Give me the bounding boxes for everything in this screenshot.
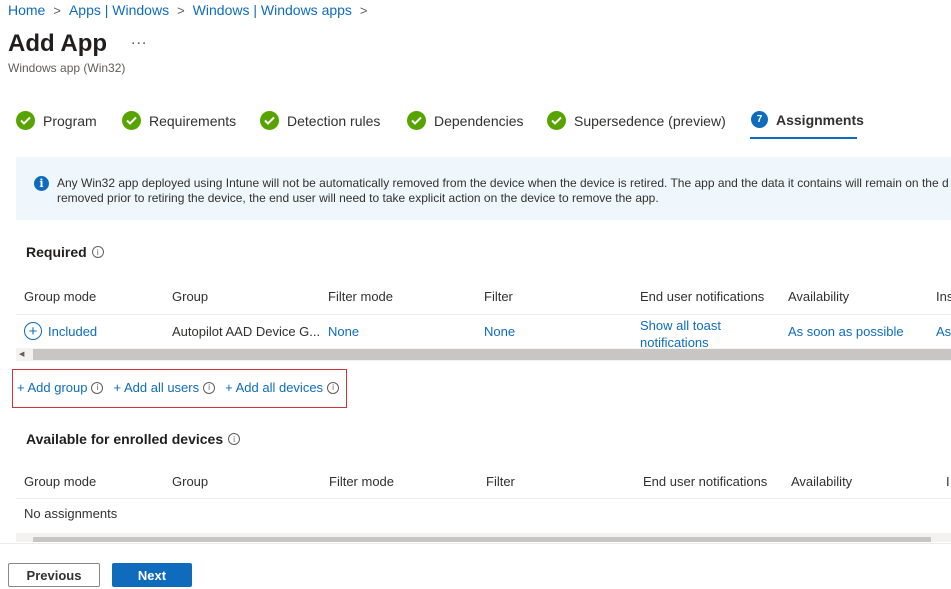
group-name-cell: Autopilot AAD Device G...: [172, 324, 321, 339]
info-tooltip-icon[interactable]: i: [327, 381, 340, 394]
breadcrumb-home[interactable]: Home: [8, 2, 45, 18]
info-tooltip-icon[interactable]: i: [91, 381, 104, 394]
step-label: Supersedence (preview): [574, 112, 726, 129]
add-group-link[interactable]: + Add group: [17, 380, 87, 395]
page-title: Add App: [8, 30, 108, 57]
col-group: Group: [172, 289, 209, 304]
add-all-users-link[interactable]: + Add all users: [113, 380, 199, 395]
check-icon: [16, 111, 35, 130]
page-subtitle: Windows app (Win32): [8, 61, 126, 75]
col-installation-deadline: Ins: [936, 289, 951, 304]
empty-state-text: No assignments: [24, 506, 118, 521]
active-step-indicator: [750, 137, 857, 139]
required-title-text: Required: [26, 244, 87, 260]
banner-line-1: Any Win32 app deployed using Intune will…: [57, 176, 949, 190]
check-icon: [547, 111, 566, 130]
step-program[interactable]: Program: [16, 111, 97, 130]
breadcrumb: Home > Apps | Windows > Windows | Window…: [8, 2, 368, 18]
add-all-devices-link[interactable]: + Add all devices: [225, 380, 323, 395]
step-supersedence[interactable]: Supersedence (preview): [547, 111, 726, 130]
step-assignments[interactable]: 7 Assignments: [751, 111, 864, 128]
required-section-title: Required i: [26, 244, 104, 260]
group-mode-included-link[interactable]: Included: [48, 324, 97, 339]
step-label: Dependencies: [434, 112, 524, 129]
col-installation-deadline: I: [946, 474, 950, 489]
step-requirements[interactable]: Requirements: [122, 111, 236, 130]
availability-link[interactable]: As soon as possible: [788, 324, 904, 339]
installation-deadline-link[interactable]: As: [936, 324, 951, 339]
table-row: + Included: [24, 322, 97, 340]
filter-mode-link[interactable]: None: [328, 324, 359, 339]
table-header-divider: [16, 314, 951, 315]
plus-circle-icon: +: [24, 322, 42, 340]
add-assignment-links: + Add group i + Add all users i + Add al…: [17, 380, 345, 395]
available-title-text: Available for enrolled devices: [26, 431, 224, 447]
info-icon: i: [34, 176, 49, 191]
breadcrumb-apps-windows[interactable]: Apps | Windows: [69, 2, 169, 18]
col-availability: Availability: [791, 474, 853, 489]
breadcrumb-separator: >: [177, 2, 185, 18]
check-icon: [260, 111, 279, 130]
col-filter-mode: Filter mode: [328, 289, 394, 304]
table-header-divider: [16, 498, 951, 499]
banner-line-2: removed prior to retiring the device, th…: [57, 191, 659, 205]
step-label: Detection rules: [287, 112, 381, 129]
check-icon: [122, 111, 141, 130]
available-section-title: Available for enrolled devices i: [26, 431, 241, 447]
info-tooltip-icon[interactable]: i: [91, 246, 104, 258]
col-filter-mode: Filter mode: [329, 474, 395, 489]
footer-divider: [0, 543, 951, 544]
col-group-mode: Group mode: [24, 289, 97, 304]
col-group: Group: [172, 474, 209, 489]
check-icon: [407, 111, 426, 130]
col-end-user-notifications: End user notifications: [640, 289, 765, 304]
breadcrumb-windows-apps[interactable]: Windows | Windows apps: [193, 2, 352, 18]
breadcrumb-separator: >: [359, 2, 368, 18]
col-availability: Availability: [788, 289, 850, 304]
col-filter: Filter: [484, 289, 513, 304]
col-end-user-notifications: End user notifications: [643, 474, 768, 489]
scroll-left-arrow-icon[interactable]: ◀: [19, 350, 24, 358]
step-dependencies[interactable]: Dependencies: [407, 111, 524, 130]
scrollbar-thumb[interactable]: [33, 349, 951, 360]
previous-button[interactable]: Previous: [8, 563, 100, 587]
next-button[interactable]: Next: [112, 563, 192, 587]
col-filter: Filter: [486, 474, 515, 489]
step-label: Requirements: [149, 112, 237, 129]
info-tooltip-icon[interactable]: i: [228, 433, 241, 445]
filter-link[interactable]: None: [484, 324, 515, 339]
end-user-notifications-link[interactable]: Show all toast notifications: [640, 317, 721, 351]
step-detection-rules[interactable]: Detection rules: [260, 111, 380, 130]
scrollbar-thumb[interactable]: [33, 537, 931, 542]
col-group-mode: Group mode: [24, 474, 97, 489]
more-options-button[interactable]: ...: [131, 31, 147, 49]
step-label: Program: [43, 112, 97, 129]
step-number-badge: 7: [751, 111, 768, 128]
breadcrumb-separator: >: [53, 2, 61, 18]
notifications-line-1: Show all toast: [640, 318, 721, 333]
info-tooltip-icon[interactable]: i: [203, 381, 216, 394]
step-label: Assignments: [776, 111, 864, 128]
banner-text: Any Win32 app deployed using Intune will…: [57, 176, 949, 206]
